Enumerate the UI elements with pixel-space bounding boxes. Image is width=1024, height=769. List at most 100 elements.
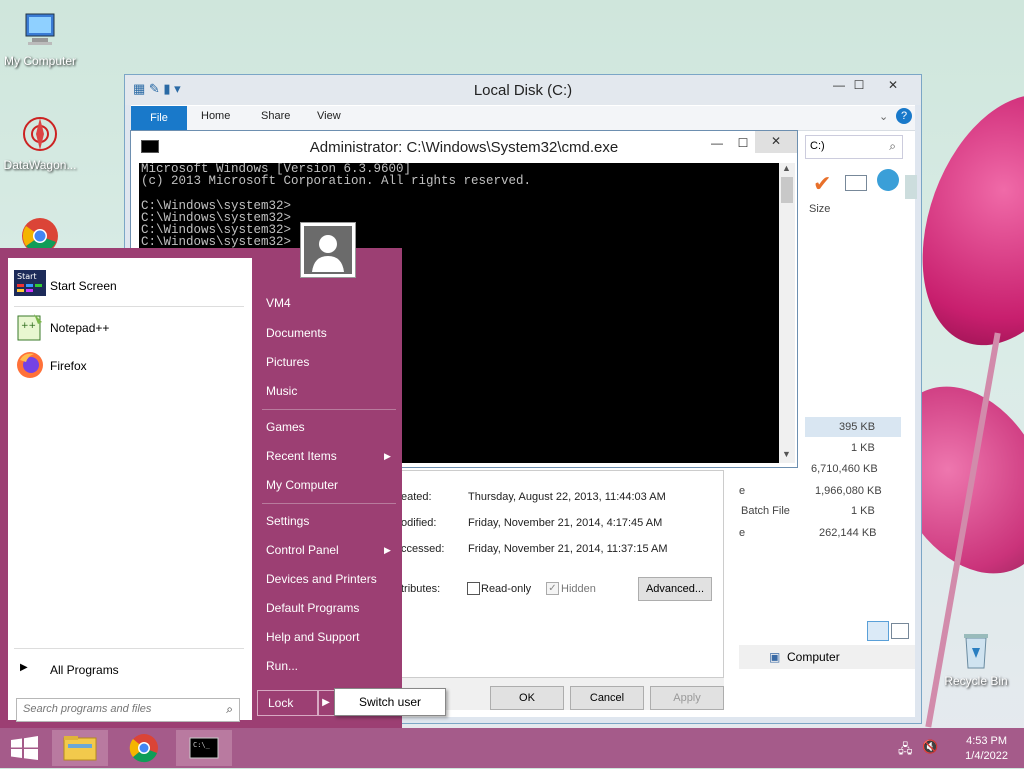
start-right-item-pictures[interactable]: Pictures <box>258 349 396 377</box>
start-item-firefox[interactable]: Firefox <box>14 350 246 382</box>
start-right-item-vm4[interactable]: VM4 <box>258 290 396 318</box>
hidden-checkbox[interactable]: ✓ <box>546 582 559 595</box>
submenu-arrow-icon: ▶ <box>384 545 391 555</box>
size-cell: 262,144 KB <box>819 527 877 539</box>
search-input[interactable]: C:) <box>810 140 825 152</box>
cancel-button[interactable]: Cancel <box>570 686 644 710</box>
chrome-icon <box>116 734 172 769</box>
start-right-label: Devices and Printers <box>266 572 377 586</box>
volume-muted-icon[interactable]: 🔇 <box>922 739 938 755</box>
start-search-input[interactable] <box>17 699 219 719</box>
start-item-label: Notepad++ <box>50 321 110 335</box>
start-right-item-devices-and-printers[interactable]: Devices and Printers <box>258 566 396 594</box>
scrollbar-right[interactable] <box>905 175 917 199</box>
column-size[interactable]: Size <box>809 203 830 215</box>
tiles-view-icon[interactable] <box>891 623 909 639</box>
start-right-label: Run... <box>266 659 299 673</box>
recycle-bin-icon <box>954 630 998 670</box>
start-screen-icon: Start <box>14 270 46 300</box>
start-right-item-documents[interactable]: Documents <box>258 320 396 348</box>
divider <box>14 648 244 649</box>
taskbar-cmd-button[interactable]: C:\_ <box>176 730 232 766</box>
start-right-label: Music <box>266 384 298 398</box>
all-programs-button[interactable]: ▶ All Programs <box>14 654 246 686</box>
close-button[interactable]: ✕ <box>873 75 913 95</box>
properties-dialog[interactable]: eated: Thursday, August 22, 2013, 11:44:… <box>384 470 724 710</box>
ribbon-expand-icon[interactable]: ⌄ <box>879 110 888 123</box>
start-right-label: Recent Items <box>266 449 337 463</box>
start-right-item-my-computer[interactable]: My Computer <box>258 472 396 500</box>
user-icon <box>304 226 352 274</box>
cmd-titlebar[interactable]: Administrator: C:\Windows\System32\cmd.e… <box>131 131 797 161</box>
maximize-button[interactable]: ☐ <box>843 75 875 95</box>
desktop-icon-label: My Computer <box>3 54 77 68</box>
help-icon[interactable]: ? <box>896 108 912 124</box>
lock-label: Lock <box>268 696 294 710</box>
start-search-box[interactable]: ⌕ <box>16 698 240 722</box>
search-icon[interactable]: ⌕ <box>889 139 896 154</box>
start-right-item-default-programs[interactable]: Default Programs <box>258 595 396 623</box>
start-button[interactable] <box>0 730 48 766</box>
accessed-label: ccessed: <box>401 543 445 555</box>
start-right-label: Games <box>266 420 305 434</box>
start-item-start-screen[interactable]: Start Start Screen <box>14 270 246 302</box>
divider <box>14 306 244 307</box>
start-right-item-help-and-support[interactable]: Help and Support <box>258 624 396 652</box>
taskbar-chrome-button[interactable] <box>116 730 172 766</box>
start-right-label: Control Panel <box>266 543 339 557</box>
taskbar-clock[interactable]: 4:53 PM 1/4/2022 <box>965 734 1008 764</box>
start-right-item-settings[interactable]: Settings <box>258 508 396 536</box>
hidden-label: Hidden <box>561 583 596 595</box>
switch-user-menu-item[interactable]: Switch user <box>334 688 446 716</box>
folder-icon <box>52 736 108 769</box>
scroll-up-icon[interactable]: ▲ <box>782 163 791 173</box>
start-right-item-control-panel[interactable]: Control Panel ▶ <box>258 537 396 565</box>
search-box[interactable]: C:) ⌕ <box>805 135 903 159</box>
taskbar-explorer-button[interactable] <box>52 730 108 766</box>
desktop-icon-my-computer[interactable]: My Computer <box>0 10 80 68</box>
desktop-icon-label: Recycle Bin <box>944 674 1008 688</box>
start-right-item-games[interactable]: Games <box>258 414 396 442</box>
windows-logo-icon <box>0 736 48 769</box>
type-cell: e <box>739 485 746 497</box>
scroll-down-icon[interactable]: ▼ <box>782 449 791 459</box>
computer-icon <box>18 10 62 50</box>
network-icon[interactable]: 🖧 <box>898 740 913 762</box>
user-avatar[interactable] <box>300 222 356 278</box>
cmd-scrollbar[interactable]: ▲ ▼ <box>779 163 795 463</box>
tab-home[interactable]: Home <box>201 110 230 122</box>
start-right-item-recent-items[interactable]: Recent Items ▶ <box>258 443 396 471</box>
clock-date: 1/4/2022 <box>965 750 1008 762</box>
properties-panel: eated: Thursday, August 22, 2013, 11:44:… <box>384 470 724 678</box>
ok-button[interactable]: OK <box>490 686 564 710</box>
start-right-label: My Computer <box>266 478 339 492</box>
desktop-icon-recycle-bin[interactable]: Recycle Bin <box>936 630 1016 688</box>
checkmark-icon: ✔ <box>813 171 832 196</box>
created-label: eated: <box>401 491 432 503</box>
start-right-item-run[interactable]: Run... <box>258 653 396 681</box>
desktop-icon-datawagon[interactable]: DataWagon... <box>0 114 80 172</box>
tab-share[interactable]: Share <box>261 110 290 122</box>
readonly-label: Read-only <box>481 583 532 595</box>
created-value: Thursday, August 22, 2013, 11:44:03 AM <box>468 491 666 503</box>
modified-value: Friday, November 21, 2014, 4:17:45 AM <box>468 517 663 529</box>
details-view-icon[interactable] <box>867 621 889 641</box>
lock-options-arrow-icon[interactable]: ▶ <box>317 690 335 716</box>
readonly-checkbox[interactable] <box>467 582 480 595</box>
start-right-item-music[interactable]: Music <box>258 378 396 406</box>
advanced-button[interactable]: Advanced... <box>638 577 712 601</box>
ribbon-tabs: File Home Share View ⌄ ? <box>131 106 915 131</box>
tab-file[interactable]: File <box>131 106 187 130</box>
cmd-close-button[interactable]: ✕ <box>755 131 797 153</box>
explorer-titlebar[interactable]: ▦ ✎ ▮ ▾ Local Disk (C:) — ☐ ✕ <box>125 75 921 105</box>
scroll-thumb[interactable] <box>781 177 793 203</box>
cmd-icon: C:\_ <box>176 737 232 769</box>
start-item-notepad-plus[interactable]: ++ Notepad++ <box>14 312 246 344</box>
apply-button[interactable]: Apply <box>650 686 724 710</box>
tab-view[interactable]: View <box>317 110 341 122</box>
network-icon <box>877 169 899 191</box>
lock-button[interactable]: Lock <box>257 690 319 716</box>
divider <box>262 409 396 410</box>
size-cell: 1 KB <box>851 505 875 517</box>
search-icon[interactable]: ⌕ <box>226 702 233 717</box>
